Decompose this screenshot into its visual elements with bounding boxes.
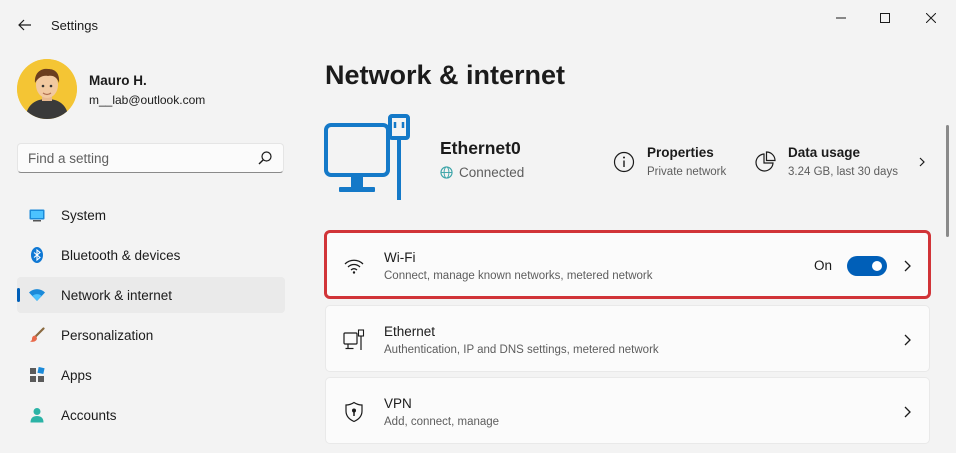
sidebar-item-personalization[interactable]: Personalization	[17, 317, 285, 353]
globe-icon	[440, 166, 453, 179]
sidebar-item-label: Bluetooth & devices	[61, 248, 181, 263]
card-title: Wi-Fi	[384, 250, 416, 265]
wifi-icon	[344, 259, 364, 274]
back-button[interactable]	[10, 12, 40, 38]
search-box	[17, 143, 284, 173]
sidebar-item-apps[interactable]: Apps	[17, 357, 285, 393]
avatar[interactable]	[17, 59, 77, 119]
ethernet-computer-icon	[324, 114, 410, 200]
chevron-right-icon	[904, 334, 911, 346]
pie-chart-icon[interactable]	[754, 151, 776, 173]
shield-icon	[345, 401, 363, 423]
chevron-right-icon[interactable]	[914, 153, 928, 171]
sidebar-item-bluetooth[interactable]: Bluetooth & devices	[17, 237, 285, 273]
sidebar-item-label: Network & internet	[61, 288, 173, 303]
app-title: Settings	[51, 18, 98, 33]
minimize-button[interactable]	[818, 4, 864, 32]
card-title: Ethernet	[384, 324, 436, 339]
ethernet-card[interactable]: Ethernet Authentication, IP and DNS sett…	[325, 305, 930, 372]
search-icon[interactable]	[257, 150, 273, 166]
connection-name: Ethernet0	[440, 138, 521, 158]
card-subtitle: Authentication, IP and DNS settings, met…	[384, 344, 659, 356]
sidebar-item-label: System	[61, 208, 107, 223]
user-email: m__lab@outlook.com	[89, 93, 206, 107]
vpn-card[interactable]: VPN Add, connect, manage	[325, 377, 930, 444]
scrollbar[interactable]	[946, 125, 949, 237]
toggle-knob	[872, 261, 882, 271]
card-subtitle: Add, connect, manage	[384, 416, 500, 428]
data-usage-link[interactable]: Data usage	[788, 145, 860, 160]
maximize-button[interactable]	[862, 4, 908, 32]
sidebar-item-label: Accounts	[61, 408, 117, 423]
sidebar-item-accounts[interactable]: Accounts	[17, 397, 285, 433]
chevron-right-icon	[904, 260, 911, 272]
bluetooth-icon	[31, 247, 43, 263]
close-button[interactable]	[908, 4, 954, 32]
card-subtitle: Connect, manage known networks, metered …	[384, 270, 653, 282]
properties-link[interactable]: Properties	[647, 145, 714, 160]
person-icon	[30, 408, 44, 423]
close-icon	[926, 13, 936, 23]
active-indicator	[17, 288, 20, 302]
connection-status-text: Connected	[459, 165, 525, 180]
wifi-toggle[interactable]	[847, 256, 887, 276]
wifi-card[interactable]: Wi-Fi Connect, manage known networks, me…	[324, 230, 931, 299]
sidebar-item-network[interactable]: Network & internet	[17, 277, 285, 313]
connection-status: Connected	[440, 165, 524, 180]
search-input[interactable]	[18, 144, 248, 172]
toggle-label: On	[814, 258, 833, 273]
sidebar-item-system[interactable]: System	[17, 197, 285, 233]
data-usage-subtitle: 3.24 GB, last 30 days	[788, 166, 898, 178]
back-arrow-icon	[18, 19, 31, 31]
ethernet-icon	[343, 329, 365, 350]
brush-icon	[30, 327, 45, 342]
minimize-icon	[836, 17, 846, 19]
properties-subtitle: Private network	[647, 166, 727, 178]
card-title: VPN	[384, 396, 412, 411]
user-avatar-icon	[17, 59, 77, 119]
title-bar: Settings	[0, 0, 956, 48]
sidebar-item-label: Apps	[61, 368, 92, 383]
page-title: Network & internet	[325, 60, 566, 90]
system-icon	[29, 209, 45, 222]
maximize-icon	[880, 13, 890, 23]
apps-icon	[30, 367, 45, 382]
chevron-right-icon	[904, 406, 911, 418]
wifi-icon	[29, 289, 45, 301]
info-icon[interactable]	[613, 151, 635, 173]
sidebar-item-label: Personalization	[61, 328, 154, 343]
user-name: Mauro H.	[89, 73, 147, 88]
